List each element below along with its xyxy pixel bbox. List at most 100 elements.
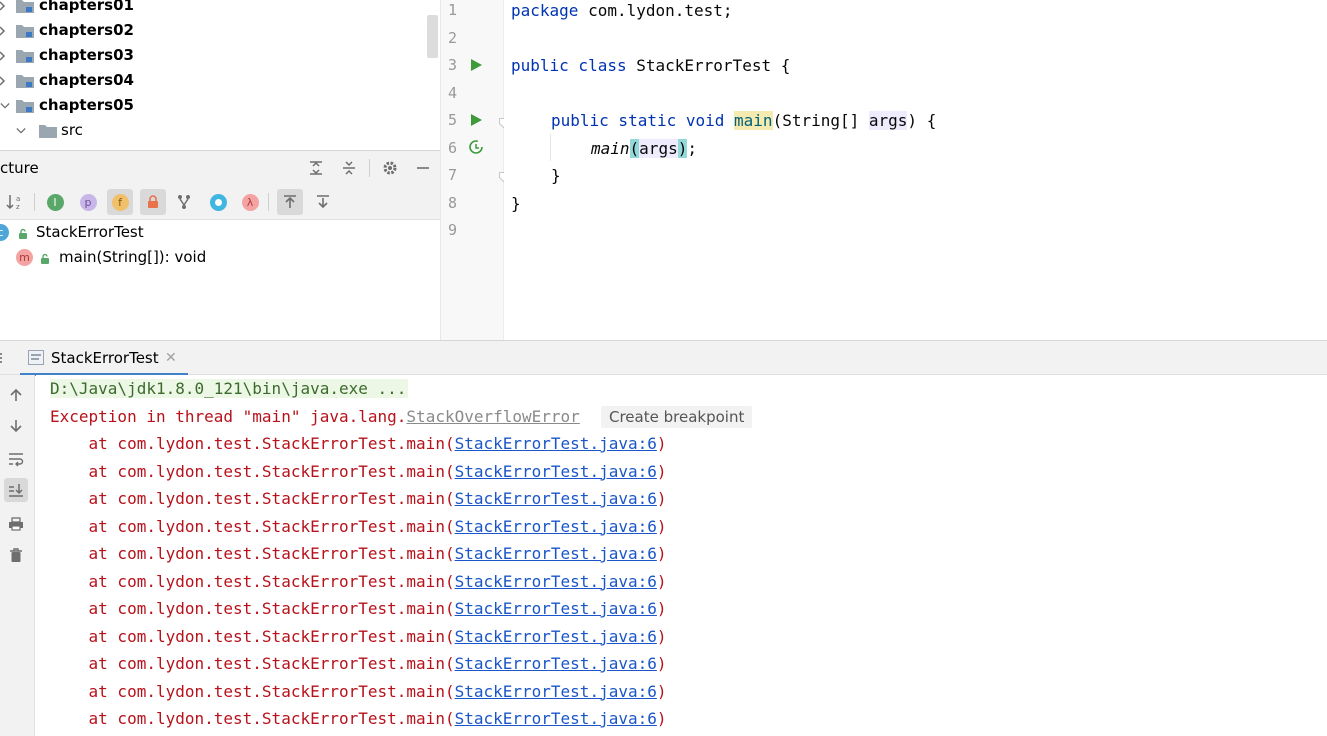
source-link[interactable]: StackErrorTest.java:6 [455, 517, 657, 536]
create-breakpoint-tooltip[interactable]: Create breakpoint [601, 406, 753, 428]
code-line-1: package com.lydon.test; [511, 1, 733, 20]
source-link[interactable]: StackErrorTest.java:6 [455, 572, 657, 591]
line-number[interactable]: 1 [441, 1, 457, 19]
tree-item-label: chapters01 [39, 0, 134, 14]
chevron-right-icon[interactable] [0, 43, 10, 68]
code-line-6: main(args); [591, 139, 697, 158]
run-main-icon[interactable] [468, 112, 484, 128]
folder-icon [39, 124, 57, 138]
source-link[interactable]: StackErrorTest.java:6 [455, 682, 657, 701]
line-number[interactable]: 4 [441, 84, 457, 102]
svg-text:a: a [16, 195, 20, 203]
console-command-line: D:\Java\jdk1.8.0_121\bin\java.exe ... [50, 379, 409, 398]
expand-all-icon[interactable] [305, 157, 327, 179]
code-line-8: } [511, 194, 521, 213]
run-tool-header: StackErrorTest ✕ [0, 340, 1327, 376]
svg-text:z: z [16, 203, 20, 211]
tree-item-label: chapters04 [39, 71, 134, 89]
tree-item-label: chapters03 [39, 46, 134, 64]
folder-icon [16, 0, 34, 13]
run-class-icon[interactable] [468, 57, 484, 73]
editor-gutter: 1 2 3 4 5 6 7 8 9 [440, 0, 508, 340]
console-output[interactable]: D:\Java\jdk1.8.0_121\bin\java.exe ... Ex… [36, 375, 1327, 736]
chevron-right-icon[interactable] [0, 68, 10, 93]
line-number[interactable]: 5 [441, 111, 457, 129]
line-number[interactable]: 7 [441, 166, 457, 184]
print-icon[interactable] [4, 512, 28, 536]
structure-header: cture [0, 150, 440, 183]
source-link[interactable]: StackErrorTest.java:6 [455, 599, 657, 618]
source-link[interactable]: StackErrorTest.java:6 [455, 627, 657, 646]
inherited-icon[interactable]: I [42, 189, 68, 215]
stack-trace-line: at com.lydon.test.StackErrorTest.main(St… [50, 571, 667, 591]
chevron-down-icon[interactable] [0, 93, 10, 118]
public-access-icon [17, 226, 29, 244]
autoscroll-from-source-icon[interactable] [310, 189, 336, 215]
code-line-7: } [551, 166, 561, 185]
folder-icon [16, 99, 34, 113]
tree-item-chapters01[interactable]: chapters01 [0, 0, 427, 18]
scroll-to-end-icon[interactable] [4, 478, 28, 502]
source-link[interactable]: StackErrorTest.java:6 [455, 434, 657, 453]
branch-icon[interactable] [171, 189, 197, 215]
run-tab[interactable]: StackErrorTest ✕ [20, 341, 188, 376]
run-side-toolbar [0, 375, 35, 736]
source-link[interactable]: StackErrorTest.java:6 [455, 489, 657, 508]
tree-item-chapters05[interactable]: chapters05 [0, 93, 427, 118]
project-tree: chapters01 chapters02 chapters03 chapters04… [0, 0, 427, 150]
folder-icon [16, 24, 34, 38]
lambda-icon[interactable]: λ [237, 189, 263, 215]
arrow-down-icon[interactable] [4, 414, 28, 438]
code-line-5: public static void main(String[] args) { [551, 111, 937, 130]
source-link[interactable]: StackErrorTest.java:6 [455, 709, 657, 728]
hide-panel-icon[interactable] [412, 157, 434, 179]
folder-icon [16, 74, 34, 88]
exception-class-link[interactable]: StackOverflowError [406, 407, 579, 426]
code-line-3: public class StackErrorTest { [511, 56, 791, 75]
sort-alpha-icon[interactable]: az [2, 189, 28, 215]
properties-icon[interactable]: p [75, 189, 101, 215]
autoscroll-to-source-icon[interactable] [277, 189, 303, 215]
tree-item-chapters04[interactable]: chapters04 [0, 68, 427, 93]
stack-trace-line: at com.lydon.test.StackErrorTest.main(St… [50, 544, 667, 563]
method-icon: m [16, 249, 33, 266]
tree-item-src[interactable]: src [0, 118, 427, 143]
line-number[interactable]: 8 [441, 194, 457, 212]
tree-item-label: chapters05 [39, 96, 134, 114]
line-number[interactable]: 6 [441, 139, 457, 157]
gear-icon[interactable] [379, 157, 401, 179]
source-link[interactable]: StackErrorTest.java:6 [455, 654, 657, 673]
structure-method-node[interactable]: m main(String[]): void [0, 245, 440, 270]
line-number[interactable]: 9 [441, 221, 457, 239]
structure-tree: c StackErrorTest m main(String[]): void [0, 220, 440, 340]
source-link[interactable]: StackErrorTest.java:6 [455, 544, 657, 563]
tree-item-label: src [61, 121, 83, 139]
project-tree-scrollbar[interactable] [427, 15, 438, 58]
chevron-right-icon[interactable] [0, 18, 10, 43]
stack-trace-line: at com.lydon.test.StackErrorTest.main(St… [50, 434, 667, 453]
anonymous-icon[interactable] [205, 189, 231, 215]
code-editor[interactable]: package com.lydon.test; public class Sta… [504, 0, 1327, 340]
close-tab-icon[interactable]: ✕ [165, 350, 177, 366]
source-link[interactable]: StackErrorTest.java:6 [455, 462, 657, 481]
chevron-down-icon[interactable] [16, 118, 26, 143]
structure-toolbar: az I p f λ [0, 183, 440, 220]
recursive-call-icon [468, 139, 484, 155]
tree-item-chapters02[interactable]: chapters02 [0, 18, 427, 43]
chevron-right-icon[interactable] [0, 0, 10, 18]
stack-trace-line: at com.lydon.test.StackErrorTest.main(St… [50, 516, 667, 536]
soft-wrap-icon[interactable] [4, 447, 28, 471]
trash-icon[interactable] [4, 543, 28, 567]
folder-icon [16, 49, 34, 63]
arrow-up-icon[interactable] [4, 383, 28, 407]
collapse-all-icon[interactable] [338, 157, 360, 179]
stack-trace-line: at com.lydon.test.StackErrorTest.main(St… [50, 461, 667, 481]
method-signature: main(String[]): void [59, 248, 207, 266]
class-name: StackErrorTest [36, 223, 144, 241]
line-number[interactable]: 3 [441, 56, 457, 74]
non-public-icon[interactable] [140, 189, 166, 215]
tree-item-chapters03[interactable]: chapters03 [0, 43, 427, 68]
line-number[interactable]: 2 [441, 29, 457, 47]
run-header-dots [0, 353, 3, 363]
fields-icon[interactable]: f [107, 189, 133, 215]
